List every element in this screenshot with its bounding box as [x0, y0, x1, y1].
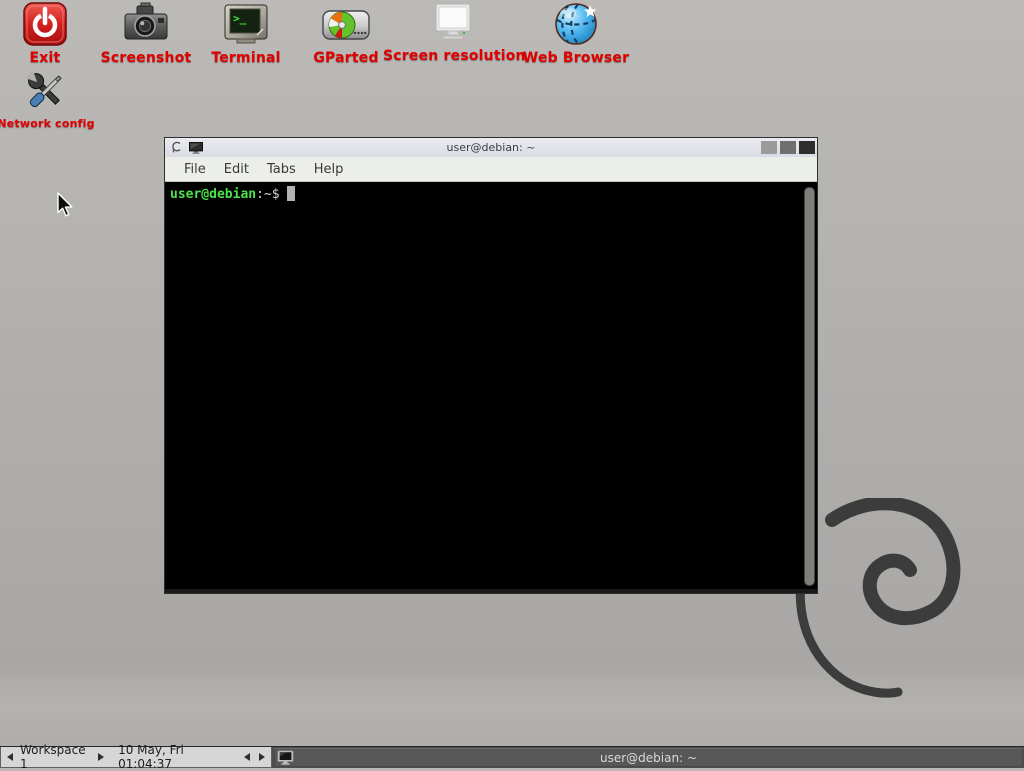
desktop-launcher-gparted[interactable]: GParted	[296, 1, 396, 66]
power-icon	[22, 1, 68, 47]
taskbar-task-button[interactable]: user@debian: ~	[274, 748, 1023, 767]
launcher-label: GParted	[296, 50, 396, 66]
menu-tabs[interactable]: Tabs	[258, 162, 305, 177]
launcher-label: Web Browser	[516, 50, 636, 66]
workspace-next-icon[interactable]	[98, 753, 104, 761]
menu-edit[interactable]: Edit	[215, 162, 258, 177]
desktop-launcher-web-browser[interactable]: Web Browser	[516, 1, 636, 66]
globe-icon	[553, 1, 599, 47]
window-resize-edge[interactable]	[165, 589, 817, 593]
terminal-window: user@debian: ~ File Edit Tabs Help user@…	[164, 137, 818, 594]
desktop-launcher-exit[interactable]: Exit	[0, 1, 95, 66]
launcher-label: Terminal	[196, 50, 296, 66]
hard-disk-icon	[321, 1, 371, 47]
prompt-user-host: user@debian	[170, 187, 256, 202]
desktop-launcher-screen-resolution[interactable]: Screen resolution	[383, 1, 523, 64]
terminal-cursor	[287, 186, 295, 201]
svg-text:>_: >_	[233, 12, 247, 25]
desktop-launcher-network-config[interactable]: Network config	[0, 68, 101, 130]
iconify-button[interactable]	[761, 141, 777, 154]
terminal-menubar: File Edit Tabs Help	[165, 157, 817, 182]
prompt-separator: :	[256, 187, 264, 202]
launcher-label: Network config	[0, 117, 101, 130]
terminal-output-area[interactable]: user@debian:~$	[165, 182, 817, 589]
display-icon	[429, 1, 477, 45]
desktop-launcher-terminal[interactable]: >_ Terminal	[196, 1, 296, 66]
prompt-path: ~	[264, 187, 272, 202]
menu-file[interactable]: File	[175, 162, 215, 177]
menu-help[interactable]: Help	[305, 162, 353, 177]
camera-icon	[122, 1, 170, 47]
task-prev-icon[interactable]	[244, 753, 250, 761]
workspace-prev-icon[interactable]	[7, 753, 13, 761]
taskbar: Workspace 1 10 May, Fri 01:04:37 user@de…	[0, 746, 1024, 768]
window-menu-swirl-icon[interactable]	[171, 141, 183, 154]
taskbar-pager-clock-panel: Workspace 1 10 May, Fri 01:04:37	[0, 747, 272, 768]
window-app-terminal-icon	[189, 142, 203, 154]
window-title: user@debian: ~	[165, 141, 817, 154]
launcher-label: Screen resolution	[383, 48, 523, 64]
terminal-scrollbar-thumb[interactable]	[804, 187, 815, 586]
workspace-indicator[interactable]: Workspace 1	[20, 743, 91, 771]
launcher-label: Exit	[0, 50, 95, 66]
task-next-icon[interactable]	[259, 753, 265, 761]
maximize-button[interactable]	[780, 141, 796, 154]
desktop-launcher-screenshot[interactable]: Screenshot	[96, 1, 196, 66]
task-terminal-icon	[277, 750, 294, 766]
window-titlebar[interactable]: user@debian: ~	[165, 138, 817, 157]
shell-prompt: user@debian:~$	[165, 182, 817, 202]
mouse-cursor	[56, 192, 78, 220]
crossed-tools-icon	[21, 68, 71, 114]
task-button-title: user@debian: ~	[275, 751, 1022, 765]
prompt-symbol: $	[272, 187, 280, 202]
taskbar-clock: 10 May, Fri 01:04:37	[118, 743, 232, 771]
crt-monitor-icon: >_	[222, 1, 270, 47]
launcher-label: Screenshot	[96, 50, 196, 66]
close-button[interactable]	[799, 141, 815, 154]
